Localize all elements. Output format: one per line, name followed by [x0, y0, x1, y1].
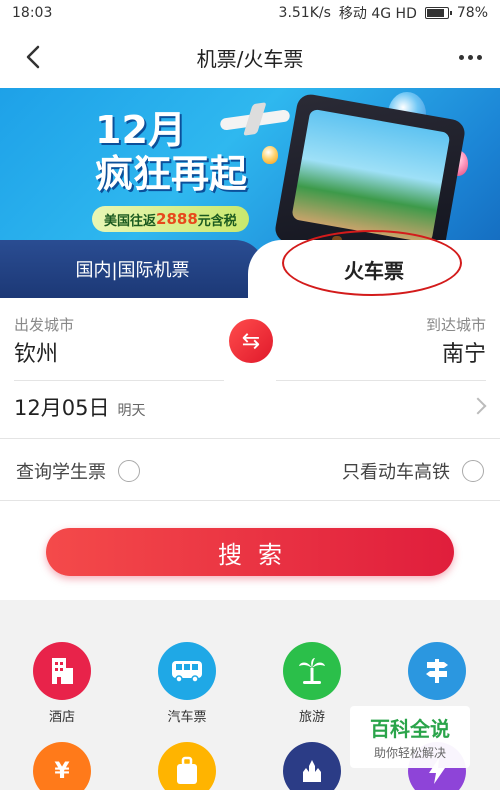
status-bar: 18:03 3.51K/s 移动 4G HD 78%	[0, 0, 500, 26]
divider	[0, 438, 500, 439]
service-bus[interactable]: 汽车票	[137, 642, 237, 725]
signpost-icon	[408, 642, 466, 700]
swap-cities-button[interactable]: ⇆	[229, 319, 273, 363]
service-label: 酒店	[48, 710, 75, 725]
date-weekday: 明天	[117, 403, 146, 419]
ticket-tabs: 国内|国际机票 火车票	[0, 230, 500, 298]
service-tickets[interactable]: ¥	[12, 742, 112, 790]
status-time: 18:03	[12, 5, 53, 21]
watermark-title: 百科全说	[370, 717, 450, 741]
service-label: 汽车票	[167, 710, 207, 725]
hotel-icon	[33, 642, 91, 700]
palm-tree-icon	[283, 642, 341, 700]
search-form: 出发城市 钦州 ⇆ 到达城市 南宁 12月05日 明天 查询学生票 只看动车高铁…	[0, 298, 500, 600]
battery-icon	[424, 7, 452, 19]
title-bar: 机票/火车票	[0, 26, 500, 88]
page-title: 机票/火车票	[196, 46, 304, 71]
date-selector[interactable]: 12月05日 明天	[14, 392, 145, 422]
watermark: 百科全说 助你轻松解决	[350, 706, 470, 768]
divider	[14, 380, 224, 381]
promo-price: 2888	[156, 210, 198, 228]
highspeed-only-label: 只看动车高铁	[342, 462, 450, 483]
tab-train[interactable]: 火车票	[248, 230, 500, 298]
more-icon	[458, 54, 464, 60]
watermark-subtitle: 助你轻松解决	[373, 746, 446, 760]
back-button[interactable]	[18, 42, 48, 72]
chevron-right-icon	[469, 397, 487, 415]
to-city-label: 到达城市	[425, 316, 486, 334]
student-ticket-label: 查询学生票	[16, 462, 106, 483]
student-ticket-option[interactable]: 查询学生票	[16, 458, 140, 484]
service-luggage[interactable]	[137, 742, 237, 790]
highspeed-only-option[interactable]: 只看动车高铁	[342, 458, 484, 484]
service-travel[interactable]: 旅游	[262, 642, 362, 725]
tab-flight[interactable]: 国内|国际机票	[0, 240, 265, 298]
banner-headline: 12月 疯狂再起	[95, 108, 247, 196]
banner-line-2: 疯狂再起	[95, 152, 248, 196]
service-disney[interactable]	[262, 742, 362, 790]
service-guide[interactable]	[387, 642, 487, 706]
from-city[interactable]: 钦州	[14, 336, 58, 368]
search-button[interactable]: 搜索	[46, 528, 454, 576]
divider	[276, 380, 486, 381]
ticket-icon: ¥	[33, 742, 91, 790]
divider	[0, 500, 500, 501]
service-hotel[interactable]: 酒店	[12, 642, 112, 725]
luggage-icon	[158, 742, 216, 790]
highspeed-only-radio[interactable]	[462, 460, 484, 482]
disney-icon	[283, 742, 341, 790]
to-city[interactable]: 南宁	[442, 336, 486, 368]
status-speed: 3.51K/s	[278, 5, 331, 21]
highlight-circle	[282, 230, 462, 296]
date-value: 12月05日	[14, 396, 110, 420]
banner-line-1: 12月	[95, 108, 186, 152]
service-label: 旅游	[298, 710, 325, 725]
swap-icon: ⇆	[241, 328, 261, 354]
status-carrier: 移动 4G HD	[338, 6, 417, 22]
from-city-label: 出发城市	[14, 316, 75, 334]
banner-promo: 美国往返 2888 元含税	[92, 206, 249, 232]
student-ticket-radio[interactable]	[118, 460, 140, 482]
chevron-left-icon	[26, 45, 40, 69]
more-menu-button[interactable]	[454, 42, 486, 72]
bus-icon	[158, 642, 216, 700]
status-battery: 78%	[456, 5, 488, 21]
